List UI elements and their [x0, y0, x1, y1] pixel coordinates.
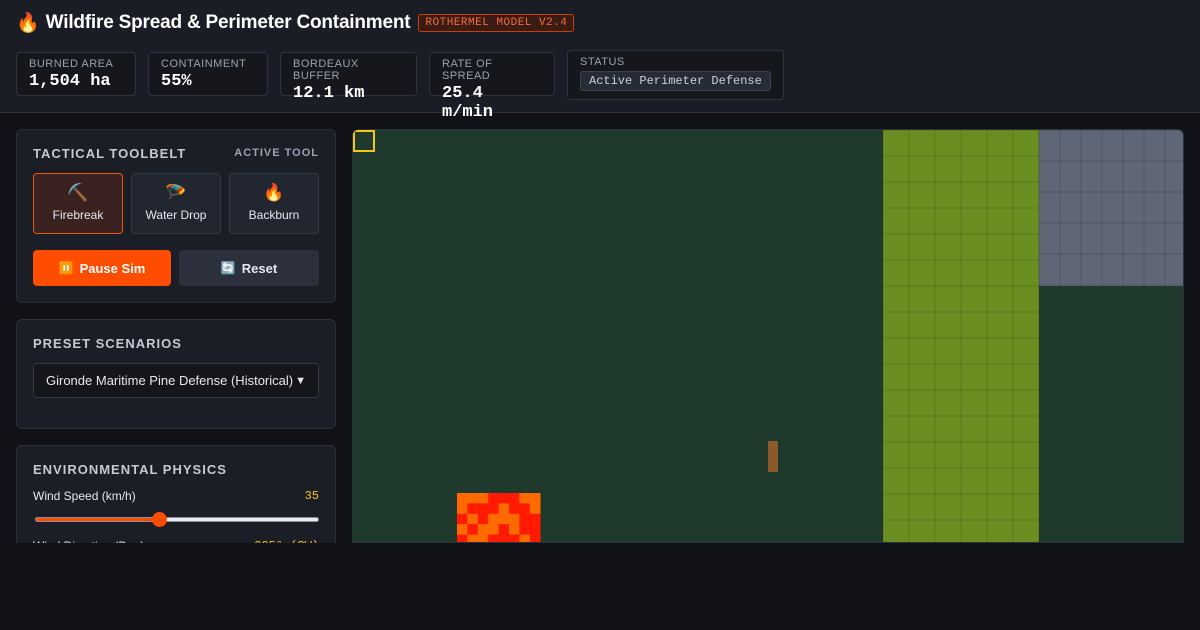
burning-cell	[529, 524, 541, 535]
tool-label: Water Drop	[145, 208, 207, 222]
fire-icon: 🔥	[263, 183, 285, 202]
burning-cell	[509, 534, 520, 542]
burning-cell	[467, 503, 479, 515]
burning-cell	[498, 534, 510, 542]
burning-cell	[529, 493, 541, 504]
burning-cell	[488, 503, 499, 515]
burning-cell	[477, 493, 489, 504]
burning-cell	[529, 503, 541, 515]
tool-backburn-button[interactable]: 🔥 Backburn	[229, 173, 319, 234]
burning-cell	[488, 493, 499, 504]
stat-status: Status Active Perimeter Defense	[567, 50, 784, 100]
simulation-grid[interactable]	[353, 130, 1184, 543]
toolbelt-panel: Tactical Toolbelt ACTIVE TOOL ⛏️ Firebre…	[16, 129, 336, 303]
wind-speed-value: 35	[304, 489, 319, 503]
burning-cell	[509, 503, 520, 515]
reset-label: Reset	[241, 260, 278, 276]
stat-value: 12.1 km	[293, 84, 365, 103]
burning-cell	[477, 524, 489, 535]
preset-scenarios-panel: Preset Scenarios Gironde Maritime Pine D…	[16, 319, 336, 429]
wind-speed-slider-fill	[36, 518, 160, 521]
burning-cell	[498, 493, 510, 504]
stat-value: 1,504 ha	[29, 72, 111, 91]
burning-cell	[477, 503, 489, 515]
burning-cell	[488, 513, 499, 525]
pause-sim-button[interactable]: ⏸️ Pause Sim	[33, 250, 171, 286]
burning-cell	[488, 534, 499, 542]
burning-cell	[529, 534, 541, 542]
burning-cell	[488, 524, 499, 535]
burning-cell	[457, 534, 468, 542]
burning-cell	[519, 524, 531, 535]
status-badge: Active Perimeter Defense	[580, 71, 771, 91]
stat-label: Containment	[161, 58, 247, 70]
burning-cell	[519, 513, 531, 525]
app-header: 🔥 Wildfire Spread & Perimeter Containmen…	[0, 0, 1200, 122]
model-badge: ROTHERMEL MODEL V2.4	[418, 14, 575, 32]
burning-cell	[457, 503, 468, 515]
burning-cell	[477, 513, 489, 525]
burning-cell	[519, 503, 531, 515]
scenario-select[interactable]: Gironde Maritime Pine Defense (Historica…	[33, 363, 319, 398]
burning-cell	[467, 524, 479, 535]
wind-speed-slider-thumb[interactable]	[152, 512, 168, 527]
burning-cell	[457, 513, 468, 525]
wind-speed-label: Wind Speed (km/h)	[33, 489, 136, 503]
structure-marker	[768, 441, 778, 472]
environmental-physics-title: Environmental Physics	[33, 462, 227, 477]
burning-cell	[457, 493, 468, 504]
burning-cell	[498, 524, 510, 535]
wind-speed-row: Wind Speed (km/h) 35	[33, 489, 319, 503]
stat-label: Rate of Spread	[442, 58, 493, 82]
tool-label: Backburn	[248, 208, 300, 222]
burning-cell	[529, 513, 541, 525]
page-title: Wildfire Spread & Perimeter Containment	[45, 12, 411, 33]
burning-cell	[509, 493, 520, 504]
stat-burned-area: Burned Area 1,504 ha	[16, 52, 136, 96]
toolbelt-title: Tactical Toolbelt	[33, 146, 187, 161]
stat-containment: Containment 55%	[148, 52, 268, 96]
burning-cell	[519, 534, 531, 542]
reset-button[interactable]: 🔄 Reset	[179, 250, 319, 286]
preset-scenarios-title: Preset Scenarios	[33, 336, 182, 351]
tool-water-drop-button[interactable]: 🪂 Water Drop	[131, 173, 221, 234]
scenario-selected-value: Gironde Maritime Pine Defense (Historica…	[46, 373, 294, 388]
tool-firebreak-button[interactable]: ⛏️ Firebreak	[33, 173, 123, 234]
stat-value: 55%	[161, 72, 192, 91]
pause-icon: ⏸️	[58, 261, 74, 275]
reset-icon: 🔄	[220, 261, 236, 275]
burning-cell	[509, 513, 520, 525]
stat-label: Bordeaux Buffer	[293, 58, 359, 82]
fire-icon: 🔥	[16, 13, 40, 34]
stat-value: 25.4 m/min	[442, 84, 494, 122]
simulation-map[interactable]	[352, 129, 1184, 543]
burning-cell	[457, 524, 468, 535]
stat-label: Burned Area	[29, 58, 114, 70]
parachute-icon: 🪂	[165, 183, 187, 202]
burning-cell	[498, 513, 510, 525]
burning-cell	[467, 534, 479, 542]
stat-rate-of-spread: Rate of Spread 25.4 m/min	[429, 52, 555, 122]
burning-cell	[498, 503, 510, 515]
active-tool-label: ACTIVE TOOL	[234, 147, 319, 159]
burning-cell	[519, 493, 531, 504]
burning-cell	[467, 513, 479, 525]
tool-label: Firebreak	[52, 208, 104, 222]
burning-cell	[467, 493, 479, 504]
burning-cell	[509, 524, 520, 535]
viewport-bottom	[0, 543, 1200, 630]
pickaxe-icon: ⛏️	[67, 183, 89, 202]
burning-cell	[477, 534, 489, 542]
pause-sim-label: Pause Sim	[79, 260, 146, 276]
stat-bordeaux-buffer: Bordeaux Buffer 12.1 km	[280, 52, 417, 103]
title-row: 🔥 Wildfire Spread & Perimeter Containmen…	[16, 10, 575, 36]
chevron-down-icon: ▼	[295, 374, 306, 387]
wind-speed-slider[interactable]	[35, 512, 319, 527]
stat-label: Status	[580, 56, 625, 68]
urban-zone	[1039, 130, 1183, 286]
